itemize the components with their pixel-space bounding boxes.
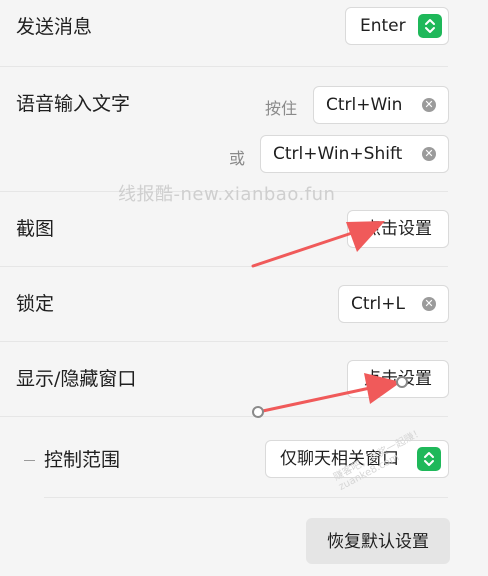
close-circle-icon[interactable]: ✕ [422,147,436,161]
or-label: 或 [229,149,246,168]
send-message-value: Enter [360,16,406,36]
divider [0,341,448,342]
toggle-window-label: 显示/隐藏窗口 [16,368,137,390]
close-circle-icon[interactable]: ✕ [422,297,436,311]
hold-label: 按住 [265,99,298,118]
reset-defaults-button[interactable]: 恢复默认设置 [306,518,450,564]
divider [0,66,448,67]
divider [0,266,448,267]
divider [0,416,448,417]
up-down-spinner-icon[interactable] [418,14,442,38]
toggle-window-setup-button[interactable]: 点击设置 [347,360,449,398]
lock-label: 锁定 [16,293,55,315]
screenshot-label: 截图 [16,218,55,240]
voice-alt-shortcut[interactable]: Ctrl+Win+Shift ✕ [260,135,449,173]
voice-input-label: 语音输入文字 [16,93,131,115]
divider [44,497,448,498]
voice-alt-value: Ctrl+Win+Shift [273,144,403,164]
lock-shortcut[interactable]: Ctrl+L ✕ [338,285,449,323]
watermark-text: 线报酷-new.xianbao.fun [118,184,336,205]
screenshot-setup-button[interactable]: 点击设置 [347,210,449,248]
send-message-label: 发送消息 [16,16,93,38]
indent-dash [24,460,35,461]
close-circle-icon[interactable]: ✕ [422,98,436,112]
send-message-select[interactable]: Enter [345,7,449,45]
voice-hold-shortcut[interactable]: Ctrl+Win ✕ [313,86,449,124]
lock-value: Ctrl+L [351,294,405,314]
control-scope-label: 控制范围 [44,449,121,471]
voice-hold-value: Ctrl+Win [326,95,403,115]
